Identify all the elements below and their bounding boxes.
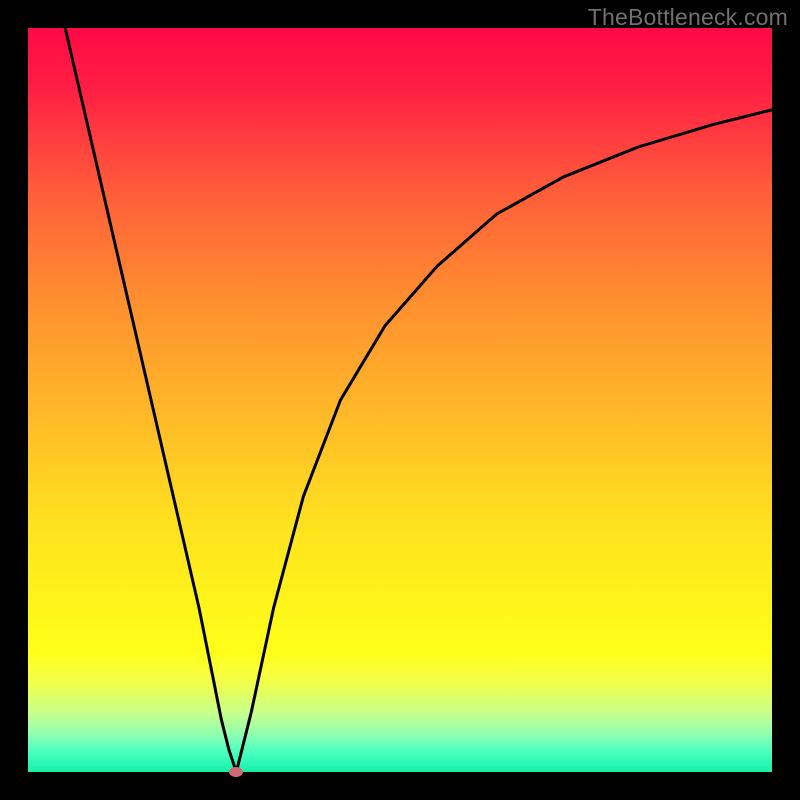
bottleneck-curve <box>28 28 772 772</box>
optimal-point-marker <box>229 767 243 777</box>
gradient-plot-area <box>28 28 772 772</box>
watermark-text: TheBottleneck.com <box>588 4 788 31</box>
